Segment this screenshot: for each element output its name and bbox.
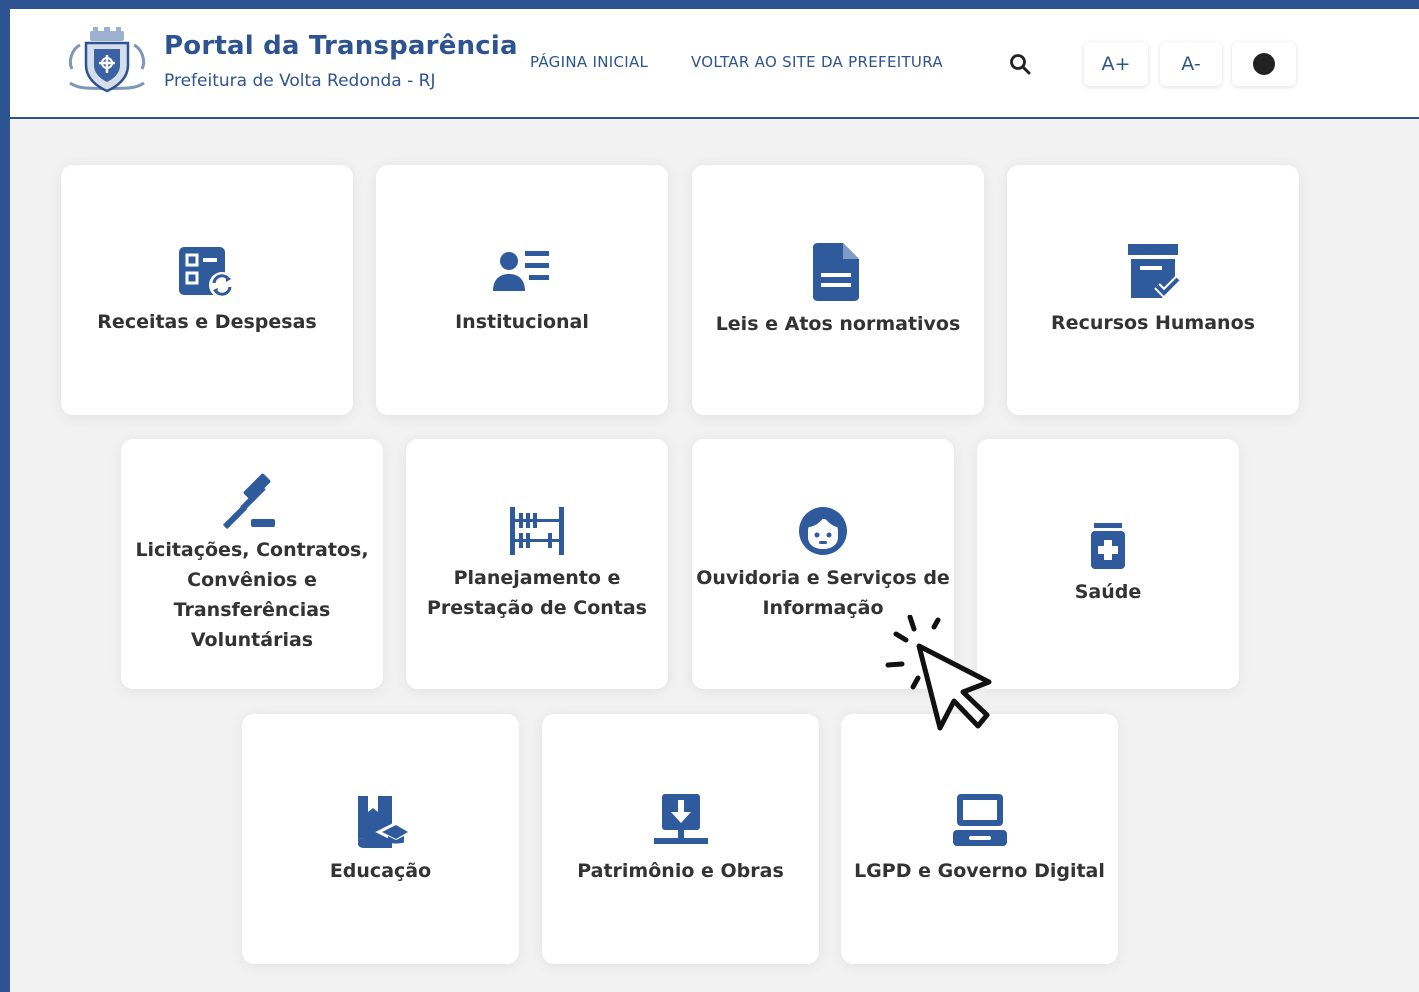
card-leis-atos[interactable]: Leis e Atos normativos: [692, 165, 984, 415]
card-recursos-humanos[interactable]: Recursos Humanos: [1007, 165, 1299, 415]
card-planejamento[interactable]: Planejamento e Prestação de Contas: [406, 439, 668, 689]
nav-city-site-link[interactable]: VOLTAR AO SITE DA PREFEITURA: [691, 53, 943, 71]
card-label: Receitas e Despesas: [97, 311, 317, 333]
contrast-toggle-button[interactable]: [1232, 42, 1296, 86]
card-lgpd[interactable]: LGPD e Governo Digital: [841, 714, 1118, 964]
card-label: Saúde: [1074, 581, 1142, 603]
portal-title: Portal da Transparência: [164, 31, 518, 61]
click-cursor-icon: [885, 615, 992, 731]
person-list-icon: [493, 251, 549, 291]
gavel-icon: [222, 473, 275, 529]
card-label: Licitações, Contratos, Convênios e Trans…: [135, 539, 369, 651]
font-decrease-label: A-: [1181, 53, 1201, 75]
medicine-icon: [1091, 523, 1125, 569]
card-label: LGPD e Governo Digital: [854, 860, 1105, 882]
headset-icon: [799, 507, 847, 555]
card-saude[interactable]: Saúde: [977, 439, 1239, 689]
download-building-icon: [653, 794, 708, 844]
header: Portal da Transparência Prefeitura de Vo…: [10, 9, 1419, 119]
document-icon: [813, 243, 859, 301]
card-institucional[interactable]: Institucional: [376, 165, 668, 415]
coat-of-arms-logo[interactable]: [66, 25, 148, 99]
card-licitacoes[interactable]: Licitações, Contratos, Convênios e Trans…: [121, 439, 383, 689]
card-label: Educação: [329, 860, 432, 882]
finance-sync-icon: [179, 247, 235, 298]
font-increase-button[interactable]: A+: [1084, 42, 1148, 86]
card-label: Planejamento e Prestação de Contas: [427, 567, 647, 619]
contrast-icon: [1253, 53, 1275, 75]
card-label: Institucional: [455, 311, 589, 333]
card-label: Recursos Humanos: [1051, 312, 1255, 334]
card-label: Patrimônio e Obras: [577, 860, 784, 882]
card-patrimonio[interactable]: Patrimônio e Obras: [542, 714, 819, 964]
portal-subtitle: Prefeitura de Volta Redonda - RJ: [164, 71, 436, 91]
abacus-icon: [510, 507, 564, 555]
card-educacao[interactable]: Educação: [242, 714, 519, 964]
nav-home-link[interactable]: PÁGINA INICIAL: [530, 53, 648, 71]
font-decrease-button[interactable]: A-: [1160, 42, 1222, 86]
card-receitas-despesas[interactable]: Receitas e Despesas: [61, 165, 353, 415]
card-label: Ouvidoria e Serviços de Informação: [696, 567, 950, 619]
laptop-icon: [952, 794, 1007, 846]
card-label: Leis e Atos normativos: [715, 313, 961, 335]
archive-check-icon: [1128, 244, 1181, 299]
page-frame: Portal da Transparência Prefeitura de Vo…: [10, 9, 1419, 992]
search-icon[interactable]: [1008, 52, 1032, 76]
font-increase-label: A+: [1101, 53, 1131, 75]
book-graduation-icon: [357, 796, 410, 848]
